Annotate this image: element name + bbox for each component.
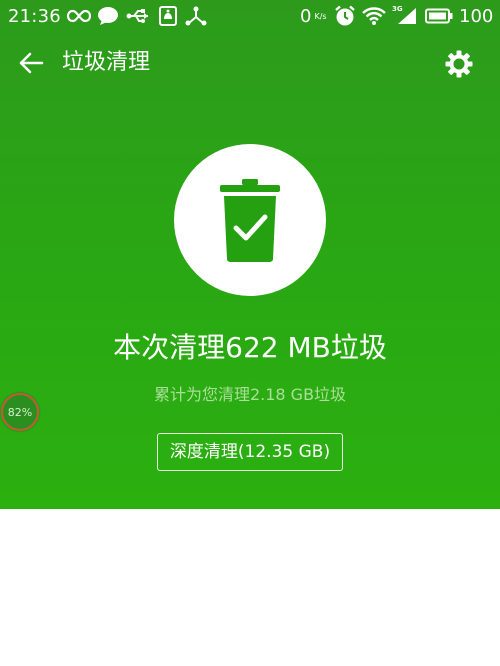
gear-icon — [445, 50, 473, 78]
share-node-icon — [185, 5, 207, 27]
status-time: 21:36 — [8, 6, 61, 27]
result-icon-circle — [174, 144, 326, 296]
notification-box-icon — [158, 5, 178, 27]
total-cleaned-text: 累计为您清理2.18 GB垃圾 — [153, 385, 347, 404]
page-title: 垃圾清理 — [62, 50, 151, 75]
alarm-clock-icon — [334, 5, 356, 27]
signal-icon: 3G — [392, 5, 418, 27]
deep-clean-button[interactable]: 深度清理(12.35 GB) — [157, 433, 343, 471]
network-type-label: 3G — [392, 5, 403, 13]
trash-check-icon — [220, 179, 280, 262]
arrow-left-icon — [19, 52, 44, 74]
net-speed-value: 0 — [300, 5, 312, 27]
settings-button[interactable] — [441, 46, 477, 82]
infinity-icon — [66, 5, 92, 27]
status-bar: 21:36 0 K/s 3G 100 — [0, 0, 500, 34]
usb-icon — [126, 5, 152, 27]
battery-icon — [424, 5, 454, 27]
cleaned-amount-title: 本次清理622 MB垃圾 — [113, 331, 387, 364]
wifi-icon — [362, 5, 386, 27]
floating-memory-bubble[interactable]: 82% — [1, 393, 39, 431]
memory-percent-label: 82% — [7, 405, 33, 419]
net-speed-unit: K/s — [314, 11, 327, 21]
app-bar: 垃圾清理 — [0, 36, 500, 90]
battery-level: 100 — [459, 6, 494, 27]
back-button[interactable] — [14, 46, 48, 80]
net-speed-indicator: 0 K/s — [300, 5, 330, 27]
chat-bubble-icon — [97, 5, 119, 27]
